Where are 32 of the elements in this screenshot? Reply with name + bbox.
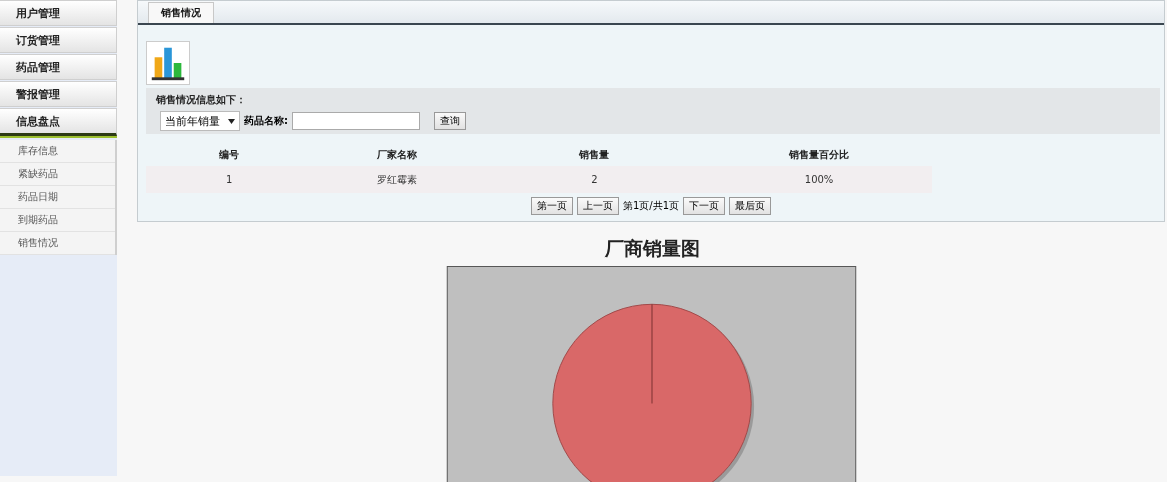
sidebar-subitem[interactable]: 库存信息	[0, 140, 115, 163]
table-cell: 1	[146, 166, 313, 193]
sidebar-menu-item[interactable]: 警报管理	[0, 81, 117, 107]
period-dropdown[interactable]: 当前年销量	[160, 111, 240, 131]
table-cell: 100%	[706, 166, 932, 193]
sidebar-subitem[interactable]: 销售情况	[0, 232, 115, 255]
sidebar-subitem[interactable]: 到期药品	[0, 209, 115, 232]
filter-caption: 销售情况信息如下：	[156, 93, 247, 107]
sidebar-menu-item[interactable]: 订货管理	[0, 27, 117, 53]
sidebar-menu-item[interactable]: 信息盘点	[0, 108, 117, 136]
chart-title: 厂商销量图	[603, 235, 701, 261]
column-header: 销售量	[482, 144, 707, 166]
first-page-button[interactable]: 第一页	[530, 197, 573, 215]
caret-icon	[228, 118, 235, 124]
drug-name-field[interactable]	[292, 112, 420, 130]
next-page-button[interactable]: 下一页	[683, 197, 726, 215]
column-header: 销售量百分比	[706, 144, 932, 166]
bar-chart-icon	[146, 41, 190, 85]
prev-page-button[interactable]: 上一页	[576, 197, 619, 215]
sidebar-subitem[interactable]: 药品日期	[0, 186, 115, 209]
table-cell: 罗红霉素	[312, 166, 483, 193]
page-info: 第1页/共1页	[622, 199, 680, 213]
sidebar-menu-item[interactable]: 用户管理	[0, 0, 117, 26]
tab[interactable]: 销售情况	[148, 2, 214, 23]
table-cell: 2	[482, 166, 707, 193]
last-page-button[interactable]: 最后页	[729, 197, 772, 215]
sidebar-menu-item[interactable]: 药品管理	[0, 54, 117, 80]
field-label: 药品名称:	[244, 114, 288, 128]
sidebar-subitem[interactable]: 紧缺药品	[0, 163, 115, 186]
column-header: 厂家名称	[312, 144, 483, 166]
column-header: 编号	[146, 144, 313, 166]
search-button[interactable]: 查询	[434, 112, 466, 130]
